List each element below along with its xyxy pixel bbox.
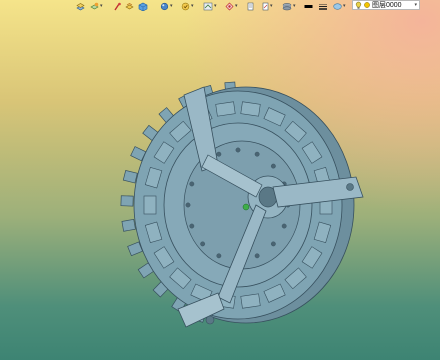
bolt-hole [270,163,276,169]
color-black-swatch-icon [304,4,313,8]
pivot-pin [346,183,354,191]
bolt-hole [281,223,287,229]
bolt-hole [200,241,206,247]
layer-previous-icon [247,2,254,10]
bolt-hole [185,202,191,208]
bolt-hole [235,147,241,153]
layer-off-icon [203,2,213,10]
chevron-down-icon: ▾ [170,3,173,9]
chevron-down-icon: ▾ [270,3,273,9]
spring-pocket [240,101,261,117]
spring-pocket [240,293,261,309]
layer-plot-icon [262,2,269,10]
transparency-icon [333,2,342,10]
bolt-hole [254,253,260,259]
drawing-viewport[interactable] [0,12,440,360]
bolt-hole [270,241,276,247]
current-layer-name: 图层0000 [372,2,402,9]
spring-pocket [143,195,157,215]
layer-walk-icon [181,2,190,10]
bolt-hole [254,151,260,157]
bolt-hole [216,253,222,259]
isolate-layer-button[interactable] [125,1,134,11]
rim-tab [121,218,136,232]
transparency-button[interactable]: ▾ [333,1,346,11]
layer-manager-icon [76,2,85,10]
bolt-hole [189,181,195,187]
color-black-button[interactable] [304,1,313,11]
match-properties-button[interactable] [113,1,122,11]
layer-lock-icon [225,2,234,10]
pivot-pin [205,315,215,325]
layer-previous-button[interactable] [247,1,254,11]
layer-manager-button[interactable] [76,1,85,11]
lineweight-button[interactable] [318,1,328,11]
layer-freeze-icon [160,2,169,10]
center-marker [242,203,250,211]
light-bulb-icon [355,1,362,9]
layer-dropdown[interactable]: 图层0000 ▾ [352,0,420,10]
rim-tab [120,195,134,207]
model-group [120,81,364,328]
isolate-layer-icon [125,2,134,9]
bolt-hole [189,223,195,229]
chevron-down-icon: ▾ [191,3,194,9]
chevron-down-icon: ▾ [293,3,296,9]
layer-state-icon [90,2,99,9]
match-properties-icon [114,2,121,10]
layer-toolbar: ▾ ▾ ▾ ▾ ▾ ▾ ▾ ▾ 图层0000 ▾ [0,0,440,12]
layer-walk-button[interactable]: ▾ [181,1,194,11]
sun-icon [364,2,370,8]
layer-color-button[interactable] [138,1,148,11]
layer-off-button[interactable]: ▾ [203,1,217,11]
layer-plot-button[interactable]: ▾ [262,1,273,11]
chevron-down-icon: ▾ [414,2,417,8]
linetype-icon [282,2,292,10]
lineweight-icon [319,3,327,10]
clutch-assembly-model [120,81,364,328]
chevron-down-icon: ▾ [235,3,238,9]
chevron-down-icon: ▾ [214,3,217,9]
linetype-button[interactable]: ▾ [282,1,296,11]
chevron-down-icon: ▾ [343,3,346,9]
chevron-down-icon: ▾ [100,3,103,9]
layer-state-button[interactable]: ▾ [90,1,103,11]
spring-pocket [215,101,236,117]
bolt-hole [216,151,222,157]
layer-color-icon [138,2,148,11]
rim-tab [122,169,138,184]
layer-freeze-button[interactable]: ▾ [160,1,173,11]
layer-lock-button[interactable]: ▾ [225,1,238,11]
